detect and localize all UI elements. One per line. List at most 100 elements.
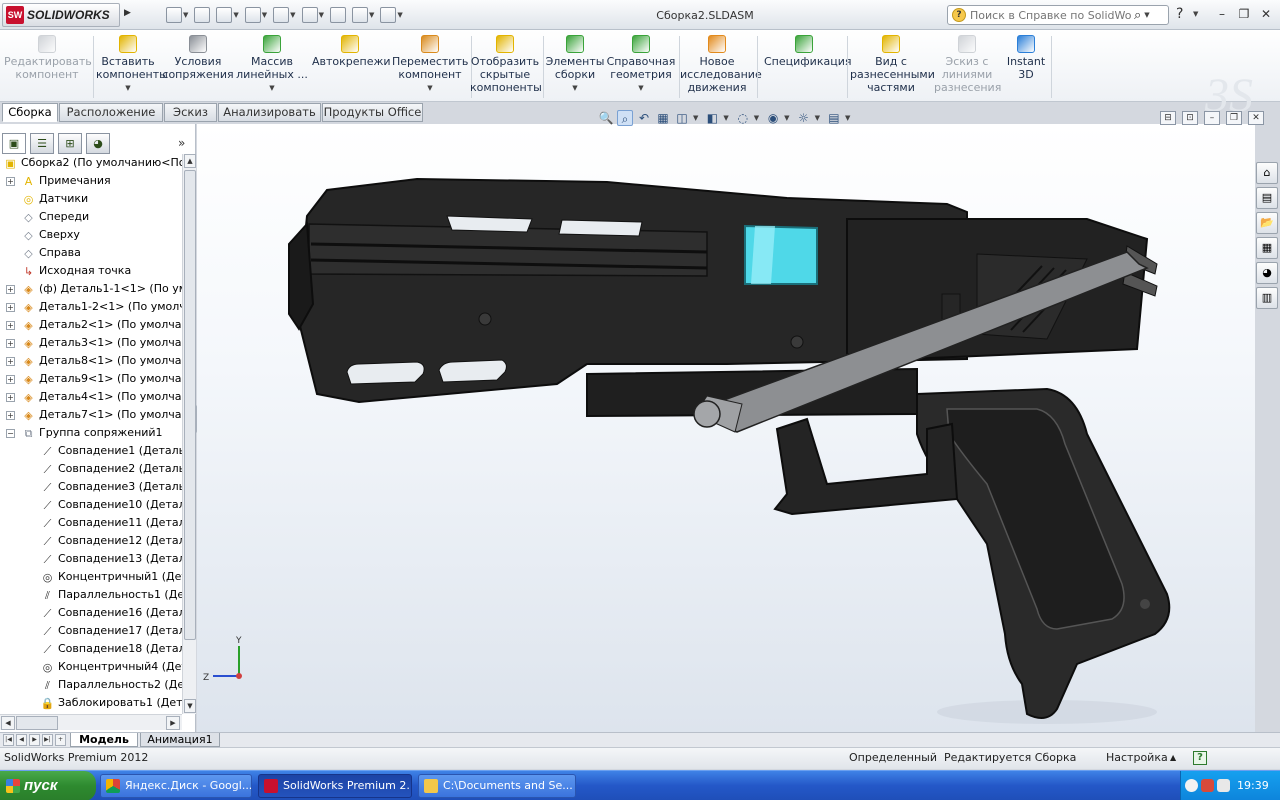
view-palette-icon[interactable]: ▦: [1256, 237, 1278, 259]
viewport-restore-button[interactable]: ❐: [1226, 111, 1242, 125]
appearances-icon[interactable]: ◕: [1256, 262, 1278, 284]
solidworks-menu-button[interactable]: SW SOLIDWORKS: [2, 3, 120, 27]
tree-item[interactable]: ◎ Концентричный4 (Дета: [0, 658, 182, 676]
tree-item[interactable]: ▣ Сборка2 (По умолчанию<По у: [0, 154, 182, 172]
tree-item[interactable]: ◇ Спереди: [0, 208, 182, 226]
display-manager-icon[interactable]: ◕: [86, 133, 110, 154]
view-settings-icon[interactable]: ▤: [826, 110, 842, 126]
tree-item[interactable]: ⟋ Совпадение16 (Деталь: [0, 604, 182, 622]
tab-3[interactable]: Анализировать: [218, 103, 321, 122]
property-manager-icon[interactable]: ☰: [30, 133, 54, 154]
tree-item[interactable]: ⫽ Параллельность2 (Дет: [0, 676, 182, 694]
back-arrow-icon[interactable]: [1185, 779, 1198, 792]
status-settings-arrow-icon[interactable]: ▲: [1170, 748, 1176, 768]
tree-item[interactable]: + A Примечания: [0, 172, 182, 190]
scroll-down-button[interactable]: ▼: [184, 699, 196, 713]
panel-more-button[interactable]: »: [178, 136, 185, 150]
bottom-tab-1[interactable]: Анимация1: [140, 733, 220, 747]
tree-expander-icon[interactable]: +: [6, 303, 15, 312]
help-dropdown-icon[interactable]: ▼: [1193, 10, 1198, 18]
undo-button[interactable]: ▼: [273, 7, 296, 23]
tree-item[interactable]: ◇ Справа: [0, 244, 182, 262]
search-icon[interactable]: ⌕: [1134, 8, 1141, 23]
tree-item[interactable]: ◎ Концентричный1 (Дета: [0, 568, 182, 586]
apply-scene-icon[interactable]: ☼: [796, 110, 812, 126]
feature-manager-icon[interactable]: ▣: [2, 133, 26, 154]
last-tab-button[interactable]: ▶|: [42, 734, 53, 746]
view-orientation-icon[interactable]: ◫: [674, 110, 690, 126]
configuration-manager-icon[interactable]: ⊞: [58, 133, 82, 154]
tree-vertical-scrollbar[interactable]: ▲ ▼: [182, 154, 196, 714]
menu-expand-arrow-icon[interactable]: ▶: [124, 8, 131, 18]
scroll-right-button[interactable]: ▶: [166, 716, 180, 730]
tree-item[interactable]: ⟋ Совпадение13 (Деталь: [0, 550, 182, 568]
cmd-explode-line-sketch[interactable]: Эскиз с линиями разнесения: [934, 35, 1001, 101]
cmd-mate[interactable]: Условия сопряжения: [162, 35, 234, 101]
minimize-button[interactable]: –: [1213, 6, 1231, 22]
cmd-dropdown-arrow-icon[interactable]: ▼: [606, 82, 676, 95]
dropdown-arrow-icon[interactable]: ▼: [233, 11, 238, 19]
taskbar-item[interactable]: SolidWorks Premium 2...: [258, 774, 412, 798]
tree-item[interactable]: ⟋ Совпадение11 (Деталь: [0, 514, 182, 532]
tab-4[interactable]: Продукты Office: [322, 103, 423, 122]
hud-dropdown-arrow-icon[interactable]: ▼: [693, 114, 698, 122]
options-button[interactable]: ▼: [380, 7, 403, 23]
viewport-close-button[interactable]: ✕: [1248, 111, 1264, 125]
traffic-light-button[interactable]: [329, 7, 346, 23]
cmd-insert-components[interactable]: Вставить компоненты ▼: [96, 35, 168, 101]
help-search-box[interactable]: ? ⌕ ▼: [947, 5, 1169, 25]
print-button[interactable]: ▼: [244, 7, 267, 23]
save-button[interactable]: ▼: [216, 7, 239, 23]
file-properties-button[interactable]: ▼: [351, 7, 374, 23]
cmd-edit-component[interactable]: Редактировать компонент: [4, 35, 92, 101]
help-search-input[interactable]: [970, 8, 1132, 22]
tree-item[interactable]: + ◈ Деталь8<1> (По умолчани: [0, 352, 182, 370]
dropdown-arrow-icon[interactable]: ▼: [262, 11, 267, 19]
dropdown-arrow-icon[interactable]: ▼: [397, 11, 402, 19]
cmd-dropdown-arrow-icon[interactable]: ▼: [236, 82, 308, 95]
tree-item[interactable]: ⟋ Совпадение12 (Деталь: [0, 532, 182, 550]
tree-item[interactable]: 🔒 Заблокировать1 (Дета: [0, 694, 182, 712]
cmd-dropdown-arrow-icon[interactable]: ▼: [544, 82, 606, 95]
tree-item[interactable]: + ◈ Деталь9<1> (По умолчани: [0, 370, 182, 388]
cmd-bom[interactable]: Спецификация: [764, 35, 851, 101]
file-explorer-icon[interactable]: 📂: [1256, 212, 1278, 234]
tab-1[interactable]: Расположение: [59, 103, 163, 122]
taskbar-item[interactable]: Яндекс.Диск - Googl...: [100, 774, 252, 798]
tree-expander-icon[interactable]: +: [6, 357, 15, 366]
section-view-icon[interactable]: ▦: [655, 110, 671, 126]
tree-item[interactable]: − ⧉ Группа сопряжений1: [0, 424, 182, 442]
tab-0[interactable]: Сборка: [2, 103, 58, 122]
viewport-split-icon[interactable]: ⊟: [1160, 111, 1176, 125]
hide-show-icon[interactable]: ◌: [735, 110, 751, 126]
tree-item[interactable]: ⫽ Параллельность1 (Дет: [0, 586, 182, 604]
tree-expander-icon[interactable]: +: [6, 375, 15, 384]
prev-tab-button[interactable]: ◀: [16, 734, 27, 746]
home-icon[interactable]: ⌂: [1256, 162, 1278, 184]
dropdown-arrow-icon[interactable]: ▼: [290, 11, 295, 19]
dropdown-arrow-icon[interactable]: ▼: [183, 11, 188, 19]
tree-item[interactable]: + ◈ Деталь4<1> (По умолчани: [0, 388, 182, 406]
tree-expander-icon[interactable]: +: [6, 339, 15, 348]
hud-dropdown-arrow-icon[interactable]: ▼: [723, 114, 728, 122]
tree-item[interactable]: ↳ Исходная точка: [0, 262, 182, 280]
hud-dropdown-arrow-icon[interactable]: ▼: [815, 114, 820, 122]
edit-appearance-icon[interactable]: ◉: [765, 110, 781, 126]
next-tab-button[interactable]: ▶: [29, 734, 40, 746]
cmd-move-component[interactable]: Переместить компонент ▼: [392, 35, 468, 101]
hud-dropdown-arrow-icon[interactable]: ▼: [754, 114, 759, 122]
start-button[interactable]: пуск: [0, 771, 96, 800]
taskbar-item[interactable]: C:\Documents and Se...: [418, 774, 576, 798]
scroll-left-button[interactable]: ◀: [1, 716, 15, 730]
open-button[interactable]: [194, 7, 211, 23]
tree-expander-icon[interactable]: +: [6, 321, 15, 330]
display-style-icon[interactable]: ◧: [704, 110, 720, 126]
tray-app-icon[interactable]: [1201, 779, 1214, 792]
tree-item[interactable]: + ◈ Деталь1-2<1> (По умолчани: [0, 298, 182, 316]
scroll-up-button[interactable]: ▲: [184, 154, 196, 168]
tree-expander-icon[interactable]: +: [6, 411, 15, 420]
tree-item[interactable]: ⟋ Совпадение3 (Деталь1: [0, 478, 182, 496]
cmd-assembly-features[interactable]: Элементы сборки ▼: [544, 35, 606, 101]
cmd-dropdown-arrow-icon[interactable]: ▼: [392, 82, 468, 95]
scroll-thumb[interactable]: [184, 170, 196, 640]
